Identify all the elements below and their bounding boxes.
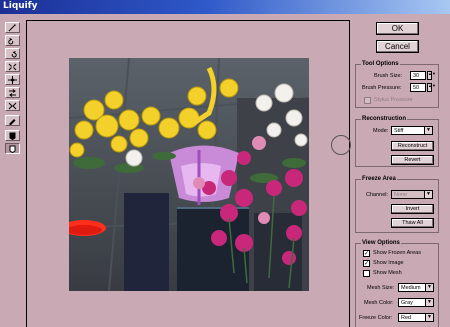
stylus-pressure-checkbox[interactable]	[364, 97, 371, 104]
mesh-size-dropdown[interactable]: Medium ▼	[398, 283, 434, 292]
brush-pressure-field[interactable]: 50	[410, 83, 426, 92]
brush-pressure-label: Brush Pressure:	[362, 85, 402, 91]
cancel-button[interactable]: Cancel	[376, 40, 419, 53]
tool-options-title: Tool Options	[361, 61, 400, 68]
brush-cursor	[331, 135, 351, 155]
twirl-counterclockwise-tool[interactable]	[5, 48, 20, 59]
reconstruction-title: Reconstruction	[361, 116, 408, 123]
twirl-ccw-icon	[11, 50, 17, 57]
reconstruct-button[interactable]: Reconstruct	[391, 141, 434, 151]
bloat-tool[interactable]	[5, 74, 20, 85]
shift-pixels-icon	[9, 88, 16, 97]
mode-label: Mode:	[373, 128, 389, 134]
channel-dropdown[interactable]: None ▼	[391, 190, 433, 199]
show-mesh-label: Show Mesh	[373, 270, 402, 276]
mesh-size-label: Mesh Size:	[367, 285, 395, 291]
mesh-color-dropdown[interactable]: Gray ▼	[398, 298, 434, 307]
chevron-down-icon: ▼	[425, 314, 433, 321]
reconstruct-tool[interactable]	[5, 115, 20, 126]
brush-size-stepper[interactable]: ▲▼	[427, 71, 436, 80]
mesh-color-value: Gray	[401, 300, 413, 306]
preview-image[interactable]	[69, 58, 309, 291]
chevron-down-icon: ▼	[424, 127, 432, 134]
mesh-size-value: Medium	[401, 285, 421, 291]
freeze-area-title: Freeze Area	[361, 176, 397, 183]
bloat-icon	[8, 75, 17, 84]
revert-button[interactable]: Revert	[391, 155, 434, 165]
chevron-down-icon: ▼	[425, 284, 433, 291]
title-bar: Liquify	[0, 0, 450, 14]
thaw-brush-icon	[9, 145, 16, 153]
stylus-pressure-label: Stylus Pressure	[374, 97, 413, 103]
warp-icon	[8, 24, 16, 31]
channel-value: None	[394, 192, 408, 198]
channel-label: Channel:	[366, 192, 389, 198]
brush-pressure-stepper[interactable]: ▲▼	[427, 83, 436, 92]
mode-value: Stiff	[394, 128, 404, 134]
show-frozen-areas-label: Show Frozen Areas	[373, 250, 421, 256]
thaw-tool[interactable]	[5, 143, 20, 154]
freeze-color-value: Red	[401, 315, 412, 321]
ok-button[interactable]: OK	[376, 22, 419, 35]
show-image-label: Show Image	[373, 260, 404, 266]
twirl-clockwise-tool[interactable]	[5, 35, 20, 46]
view-options-panel: View Options ✓ Show Frozen Areas ✓ Show …	[355, 240, 439, 327]
freeze-tool[interactable]	[5, 130, 20, 141]
tool-palette	[5, 22, 22, 156]
reconstruction-panel: Reconstruction Mode: Stiff ▼ Reconstruct…	[355, 116, 439, 167]
reconstruct-icon	[9, 118, 16, 125]
view-options-title: View Options	[361, 240, 401, 247]
reflection-icon	[8, 102, 17, 109]
pucker-icon	[8, 63, 17, 70]
flower-bouquet-image	[69, 58, 309, 291]
show-frozen-areas-checkbox[interactable]: ✓	[363, 250, 370, 257]
twirl-cw-icon	[8, 37, 14, 44]
brush-size-label: Brush Size:	[374, 73, 403, 79]
pucker-tool[interactable]	[5, 61, 20, 72]
show-mesh-checkbox[interactable]	[363, 270, 370, 277]
warp-tool[interactable]	[5, 22, 20, 33]
chevron-down-icon: ▼	[425, 299, 433, 306]
show-image-checkbox[interactable]: ✓	[363, 260, 370, 267]
shift-pixels-tool[interactable]	[5, 87, 20, 98]
reflection-tool[interactable]	[5, 100, 20, 111]
freeze-color-dropdown[interactable]: Red ▼	[398, 313, 434, 322]
window-title: Liquify	[3, 1, 38, 11]
tool-options-panel: Tool Options Brush Size: 30 ▲▼ Brush Pre…	[355, 61, 439, 108]
mode-dropdown[interactable]: Stiff ▼	[391, 126, 433, 135]
brush-size-field[interactable]: 30	[410, 71, 426, 80]
mesh-color-label: Mesh Color:	[364, 300, 394, 306]
freeze-color-label: Freeze Color:	[359, 315, 393, 321]
invert-button[interactable]: Invert	[391, 204, 434, 214]
freeze-brush-icon	[9, 132, 16, 140]
thaw-all-button[interactable]: Thaw All	[391, 218, 434, 228]
chevron-down-icon: ▼	[424, 191, 432, 198]
freeze-area-panel: Freeze Area Channel: None ▼ Invert Thaw …	[355, 176, 439, 233]
